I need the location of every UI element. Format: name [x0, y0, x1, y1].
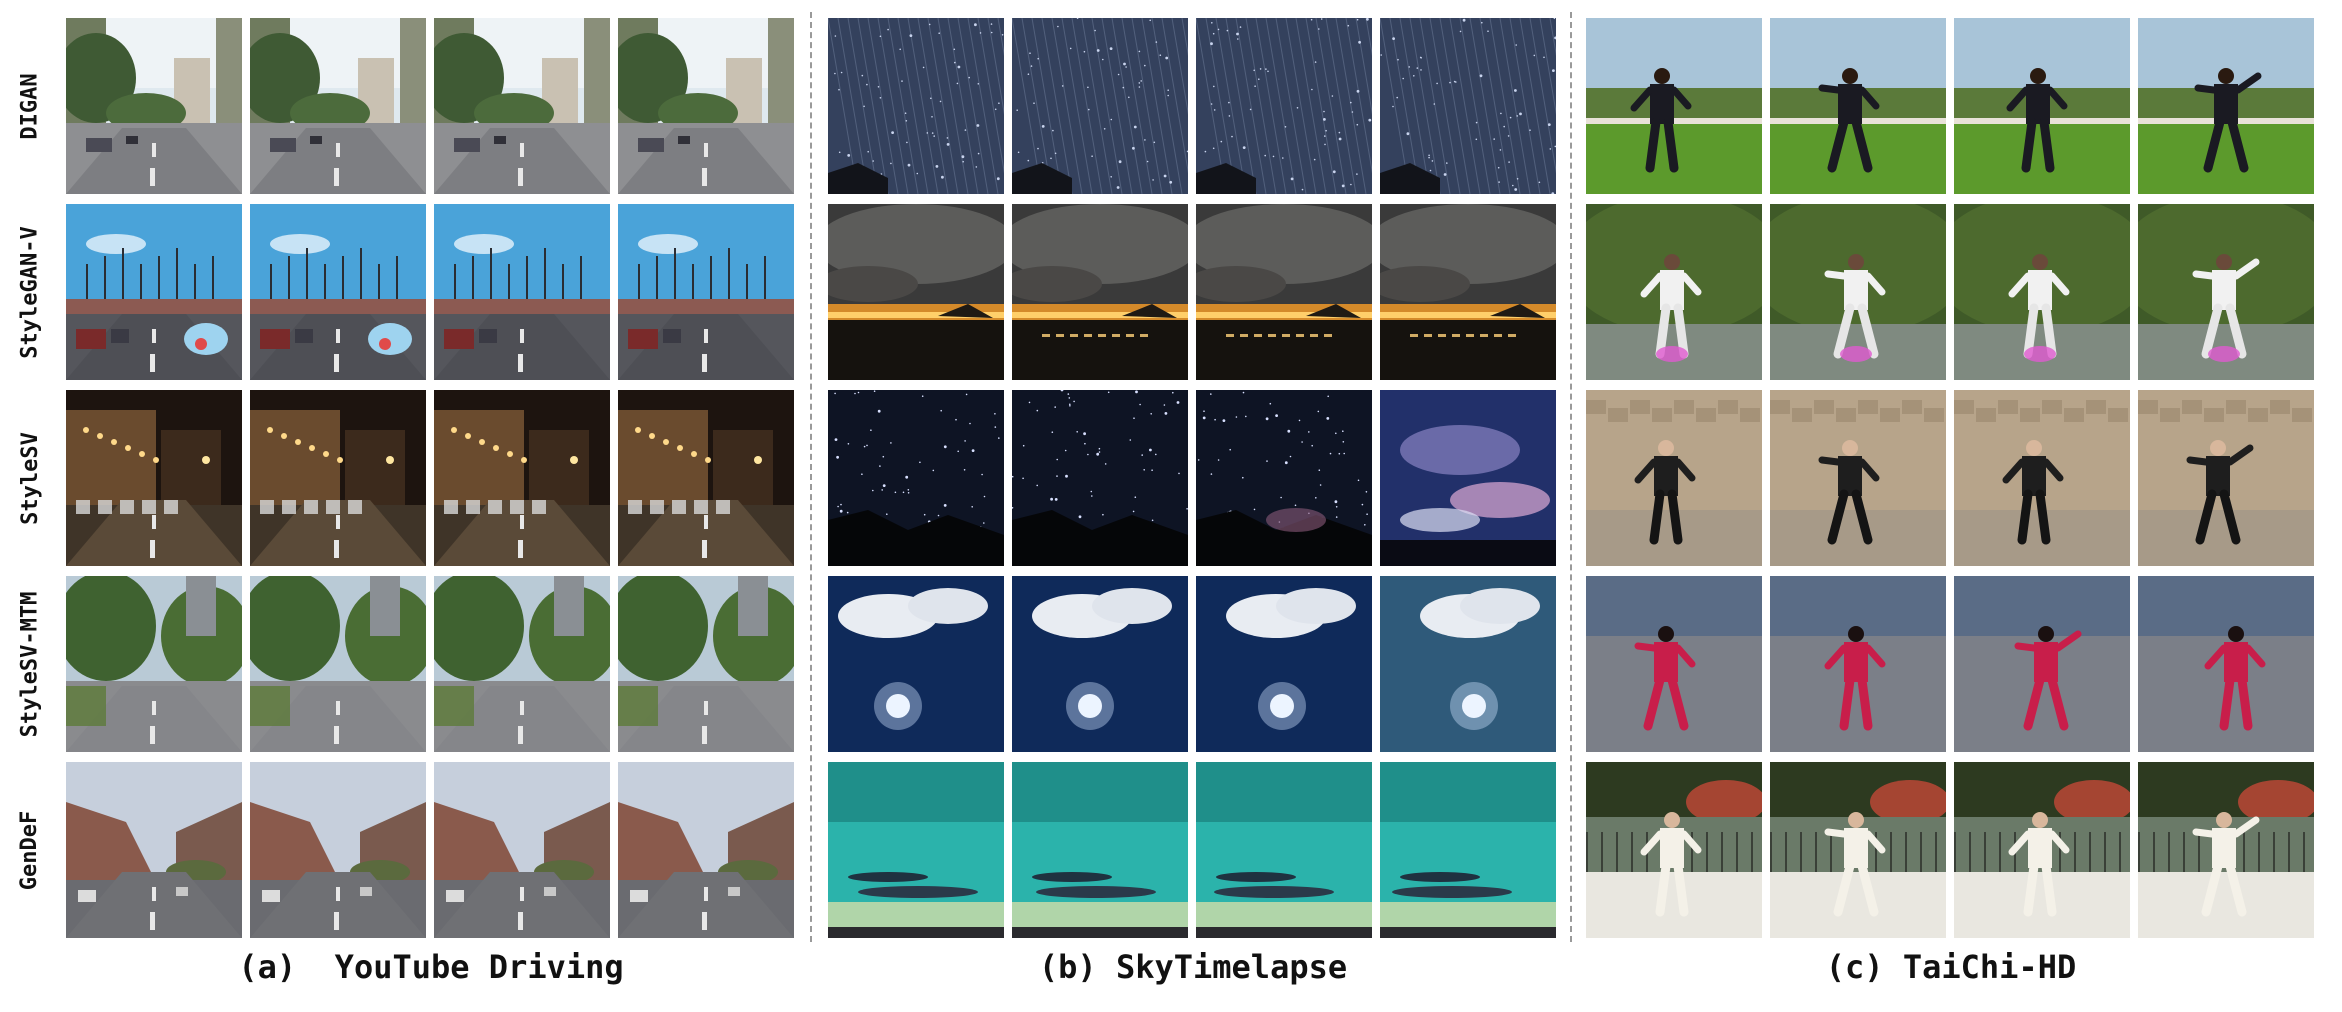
frame-youtube-stylesv-mtm-3	[434, 576, 610, 752]
frame-youtube-stylesv-1	[66, 390, 242, 566]
row-label-digan: DIGAN	[17, 72, 43, 140]
frame-taichi-stylesv-mtm-1	[1586, 576, 1762, 752]
frame-youtube-stylegan-v-1	[66, 204, 242, 380]
frame-youtube-stylegan-v-2	[250, 204, 426, 380]
frame-taichi-gendef-3	[1954, 762, 2130, 938]
frame-youtube-stylesv-mtm-4	[618, 576, 794, 752]
frame-sky-stylesv-3	[1196, 390, 1372, 566]
row-label-gendef: GenDeF	[17, 810, 43, 890]
frame-sky-digan-3	[1196, 18, 1372, 194]
frame-youtube-digan-3	[434, 18, 610, 194]
frame-sky-stylesv-mtm-3	[1196, 576, 1372, 752]
frame-youtube-stylesv-4	[618, 390, 794, 566]
frame-taichi-stylesv-2	[1770, 390, 1946, 566]
frame-youtube-stylesv-mtm-1	[66, 576, 242, 752]
frame-taichi-gendef-4	[2138, 762, 2314, 938]
frame-youtube-gendef-2	[250, 762, 426, 938]
frame-sky-stylegan-v-2	[1012, 204, 1188, 380]
frame-sky-stylesv-mtm-1	[828, 576, 1004, 752]
frame-sky-gendef-1	[828, 762, 1004, 938]
row-label-stylesv-mtm: StyleSV-MTM	[17, 591, 43, 737]
frame-youtube-stylesv-mtm-2	[250, 576, 426, 752]
frame-taichi-stylesv-mtm-4	[2138, 576, 2314, 752]
frame-sky-stylegan-v-4	[1380, 204, 1556, 380]
frame-youtube-stylesv-2	[250, 390, 426, 566]
frame-youtube-digan-2	[250, 18, 426, 194]
caption-youtube-driving: (a) YouTube Driving	[238, 948, 624, 986]
frame-youtube-gendef-3	[434, 762, 610, 938]
frame-sky-stylegan-v-1	[828, 204, 1004, 380]
frame-sky-stylesv-mtm-4	[1380, 576, 1556, 752]
frame-youtube-gendef-1	[66, 762, 242, 938]
frame-taichi-digan-1	[1586, 18, 1762, 194]
frame-taichi-stylesv-mtm-3	[1954, 576, 2130, 752]
frame-sky-stylegan-v-3	[1196, 204, 1372, 380]
frame-taichi-stylegan-v-4	[2138, 204, 2314, 380]
frame-taichi-stylegan-v-3	[1954, 204, 2130, 380]
frame-taichi-digan-3	[1954, 18, 2130, 194]
frame-taichi-gendef-2	[1770, 762, 1946, 938]
frame-youtube-stylesv-3	[434, 390, 610, 566]
frame-sky-digan-1	[828, 18, 1004, 194]
frame-sky-stylesv-1	[828, 390, 1004, 566]
caption-taichi-hd: (c) TaiChi-HD	[1825, 948, 2077, 986]
divider-a-b	[810, 12, 812, 942]
frame-taichi-stylesv-mtm-2	[1770, 576, 1946, 752]
frame-youtube-stylegan-v-3	[434, 204, 610, 380]
frame-sky-gendef-3	[1196, 762, 1372, 938]
frame-taichi-stylesv-1	[1586, 390, 1762, 566]
row-label-stylegan-v: StyleGAN-V	[17, 225, 43, 359]
row-label-stylesv: StyleSV	[17, 431, 43, 525]
frame-youtube-digan-1	[66, 18, 242, 194]
frame-taichi-stylegan-v-1	[1586, 204, 1762, 380]
frame-sky-gendef-4	[1380, 762, 1556, 938]
frame-taichi-gendef-1	[1586, 762, 1762, 938]
frame-taichi-digan-4	[2138, 18, 2314, 194]
caption-skytimelapse: (b) SkyTimelapse	[1038, 948, 1348, 986]
frame-sky-stylesv-4	[1380, 390, 1556, 566]
frame-sky-stylesv-2	[1012, 390, 1188, 566]
frame-taichi-stylesv-4	[2138, 390, 2314, 566]
frame-sky-digan-4	[1380, 18, 1556, 194]
frame-taichi-digan-2	[1770, 18, 1946, 194]
frame-taichi-stylesv-3	[1954, 390, 2130, 566]
frame-sky-stylesv-mtm-2	[1012, 576, 1188, 752]
frame-youtube-digan-4	[618, 18, 794, 194]
frame-sky-gendef-2	[1012, 762, 1188, 938]
divider-b-c	[1570, 12, 1572, 942]
frame-youtube-gendef-4	[618, 762, 794, 938]
frame-sky-digan-2	[1012, 18, 1188, 194]
frame-taichi-stylegan-v-2	[1770, 204, 1946, 380]
frame-youtube-stylegan-v-4	[618, 204, 794, 380]
